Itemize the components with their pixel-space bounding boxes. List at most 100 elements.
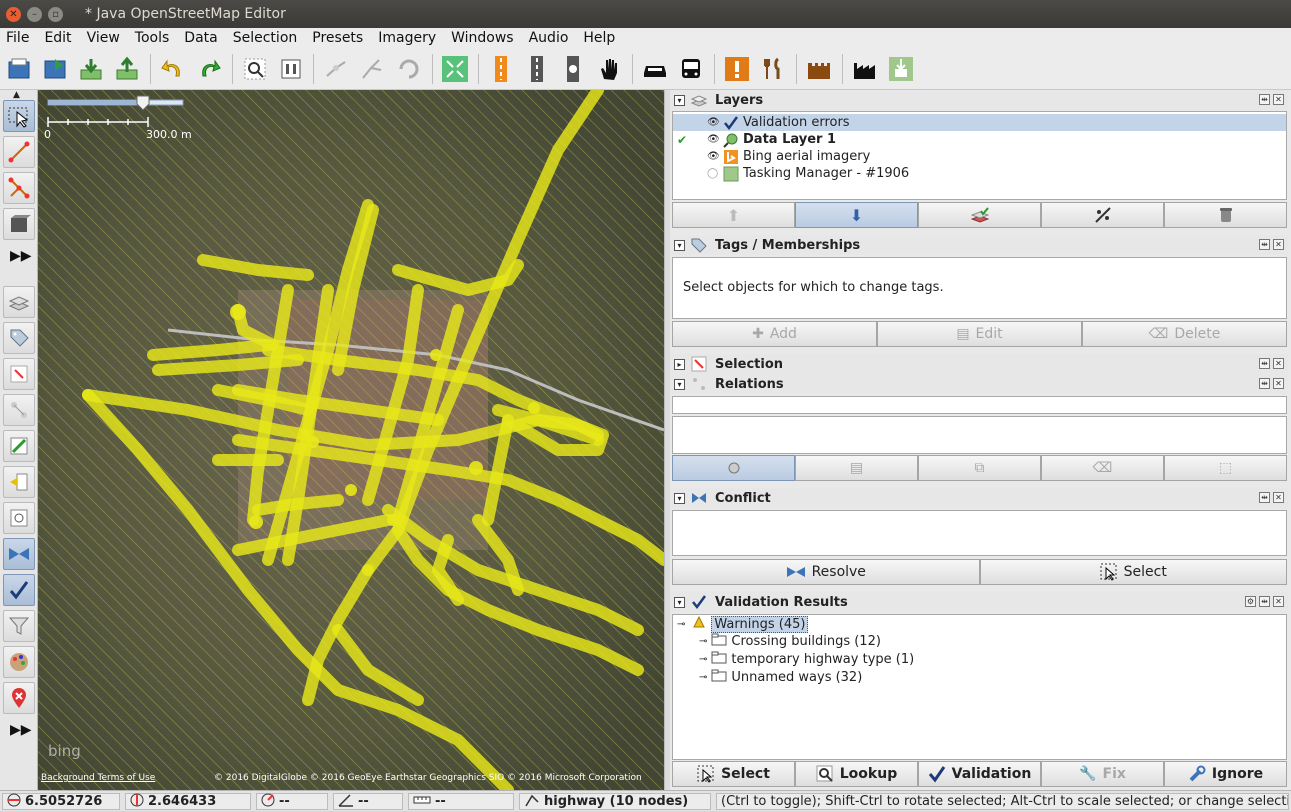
tree-row[interactable]: ⊸ Unnamed ways (32) [699,668,862,686]
rail-preset-icon[interactable] [556,52,590,86]
map-view[interactable]: 0 300.0 m bing Background Terms of Use ©… [38,90,664,790]
zoom-icon[interactable] [238,52,272,86]
tree-row[interactable]: ⊸ temporary highway type (1) [699,650,914,668]
close-icon[interactable]: ✕ [1273,94,1284,105]
fix-button[interactable]: 🔧 Fix [1041,761,1164,787]
conflict-toggle-icon[interactable] [3,538,35,570]
pin-icon[interactable]: ⇹ [1259,596,1270,607]
relations-toggle-icon[interactable] [3,394,35,426]
collapse-icon[interactable]: ▾ [674,492,685,504]
pin-icon[interactable]: ⇹ [1259,378,1270,389]
car-icon[interactable] [638,52,672,86]
simplify-icon[interactable] [438,52,472,86]
menu-data[interactable]: Data [184,30,217,46]
save-icon[interactable] [38,52,72,86]
validation-header[interactable]: ▾ Validation Results ⚙ ⇹ ✕ [670,592,1288,612]
menu-selection[interactable]: Selection [233,30,298,46]
hand-icon[interactable] [592,52,626,86]
collapse-icon[interactable]: ▾ [674,596,685,608]
select-relation-button[interactable]: ⬚ [1164,455,1287,481]
menu-audio[interactable]: Audio [529,30,569,46]
tags-header[interactable]: ▾ Tags / Memberships ⇹ ✕ [670,235,1288,255]
menu-edit[interactable]: Edit [44,30,71,46]
validation-toggle-icon[interactable] [3,574,35,606]
pin-icon[interactable]: ⇹ [1259,492,1270,503]
close-icon[interactable]: ✕ [1273,358,1284,369]
visibility-icon[interactable]: 👁 [707,134,721,145]
visibility-icon[interactable]: 👁 [707,117,721,128]
delete-tag-button[interactable]: ⌫ Delete [1082,321,1287,347]
conflict-header[interactable]: ▾ Conflict ⇹ ✕ [670,488,1288,508]
move-up-button[interactable]: ⬆ [672,202,795,228]
pin-icon[interactable]: ⇹ [1259,358,1270,369]
preferences-icon[interactable] [274,52,308,86]
close-icon[interactable]: ✕ [1273,239,1284,250]
tags-toggle-icon[interactable] [3,322,35,354]
layer-opacity-button[interactable] [1041,202,1164,228]
menu-tools[interactable]: Tools [135,30,170,46]
road-preset-icon[interactable] [520,52,554,86]
warnings-node[interactable]: Warnings (45) [711,615,809,633]
merge-layer-button[interactable] [918,202,1041,228]
combine-way-icon[interactable] [355,52,389,86]
collapse-icon[interactable]: ▾ [674,94,685,106]
redo-icon[interactable] [193,52,227,86]
hidden-icon[interactable]: ◯ [707,168,721,179]
add-tag-button[interactable]: ✚ Add [672,321,877,347]
draw-mode-icon[interactable] [3,136,35,168]
scroll-up-icon[interactable]: ▲ [13,90,20,100]
layer-row[interactable]: 👁 Validation errors [673,114,1286,131]
layer-row[interactable]: ◯ Tasking Manager - #1906 [673,165,1286,182]
notes-toggle-icon[interactable] [3,682,35,714]
warning-icon[interactable] [720,52,754,86]
duplicate-relation-button[interactable]: ⧉ [918,455,1041,481]
move-down-button[interactable]: ⬇ [795,202,918,228]
toggle-dialog-icon[interactable] [3,502,35,534]
delete-relation-button[interactable]: ⌫ [1041,455,1164,481]
terms-of-use-link[interactable]: Background Terms of Use [41,773,155,783]
more-toggles-icon[interactable]: ▶▶ [10,722,32,738]
map-paint-icon[interactable] [3,646,35,678]
layer-row[interactable]: ✔ 👁 Data Layer 1 [673,131,1286,148]
close-icon[interactable]: ✕ [1273,596,1284,607]
tree-toggle-icon[interactable]: ⊸ [699,672,707,683]
validation-select-button[interactable]: Select [672,761,795,787]
tree-toggle-icon[interactable]: ⊸ [699,654,707,665]
undo-icon[interactable] [155,52,189,86]
improve-way-icon[interactable] [3,172,35,204]
split-way-icon[interactable] [319,52,353,86]
tree-root[interactable]: ⊸ Warnings (45) [677,615,809,633]
minimize-window-button[interactable]: – [27,6,42,22]
tree-row[interactable]: ⊸ Crossing buildings (12) [699,632,881,650]
history-toggle-icon[interactable] [3,466,35,498]
layers-header[interactable]: ▾ Layers ⇹ ✕ [670,90,1288,110]
castle-icon[interactable] [802,52,836,86]
relations-header[interactable]: ▾ Relations ⇹ ✕ [670,374,1288,394]
menu-view[interactable]: View [87,30,120,46]
visibility-icon[interactable]: 👁 [707,151,721,162]
factory-icon[interactable] [848,52,882,86]
run-validation-button[interactable]: Validation [918,761,1041,787]
selection-header[interactable]: ▸ Selection ⇹ ✕ [670,354,1288,374]
commands-toggle-icon[interactable] [3,430,35,462]
bus-icon[interactable] [674,52,708,86]
lookup-button[interactable]: Lookup [795,761,918,787]
close-icon[interactable]: ✕ [1273,378,1284,389]
collapse-icon[interactable]: ▾ [674,378,685,390]
building-mode-icon[interactable] [3,208,35,240]
close-icon[interactable]: ✕ [1273,492,1284,503]
restaurant-icon[interactable] [756,52,790,86]
delete-layer-button[interactable] [1164,202,1287,228]
tree-toggle-icon[interactable]: ⊸ [677,619,685,630]
resolve-button[interactable]: Resolve [672,559,980,585]
tree-toggle-icon[interactable]: ⊸ [699,636,707,647]
settings-icon[interactable]: ⚙ [1245,596,1256,607]
menu-windows[interactable]: Windows [451,30,514,46]
layer-row[interactable]: 👁 Bing aerial imagery [673,148,1286,165]
highway-preset-icon[interactable] [484,52,518,86]
edit-tag-button[interactable]: ▤ Edit [877,321,1082,347]
maximize-window-button[interactable]: ▫ [48,6,63,22]
reverse-icon[interactable] [392,52,426,86]
conflict-select-button[interactable]: Select [979,559,1287,585]
ignore-button[interactable]: Ignore [1164,761,1287,787]
